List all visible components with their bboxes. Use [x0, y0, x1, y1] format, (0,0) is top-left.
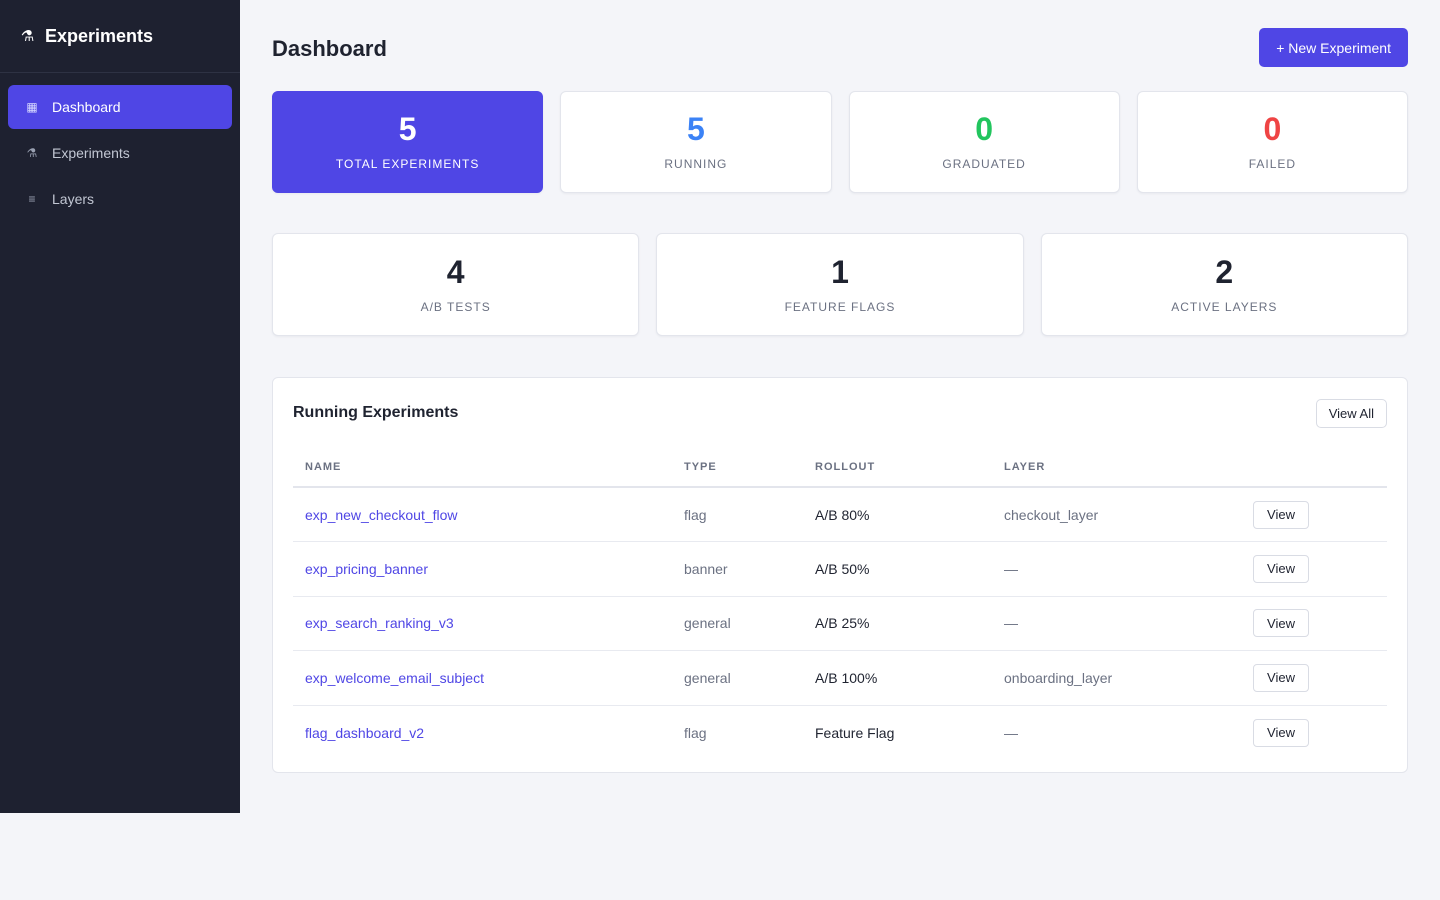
new-experiment-button[interactable]: + New Experiment: [1259, 28, 1408, 67]
grid-icon: ▦: [26, 100, 38, 114]
experiment-name-cell: exp_welcome_email_subject: [293, 650, 672, 706]
stat-feature-flags: 1 FEATURE FLAGS: [656, 233, 1024, 336]
panel-title: Running Experiments: [293, 404, 459, 421]
view-all-button[interactable]: View All: [1315, 398, 1387, 428]
secondary-stats: 4 A/B TESTS 1 FEATURE FLAGS 2 ACTIVE LAY…: [272, 233, 1408, 336]
view-button[interactable]: View: [1253, 554, 1309, 583]
experiment-link[interactable]: exp_search_ranking_v3: [305, 615, 454, 631]
sidebar-item-experiments[interactable]: ⚗ Experiments: [8, 131, 232, 175]
panel-header: Running Experiments View All: [293, 378, 1387, 448]
experiment-rollout: A/B 25%: [803, 596, 992, 651]
stat-label: GRADUATED: [942, 157, 1026, 171]
table-header-row: NAME TYPE ROLLOUT LAYER: [293, 448, 1387, 488]
primary-stats: 5 TOTAL EXPERIMENTS 5 RUNNING 0 GRADUATE…: [272, 91, 1408, 193]
experiment-layer: —: [992, 596, 1241, 651]
brand: ⚗ Experiments: [0, 0, 240, 73]
stat-value: 5: [686, 111, 705, 147]
sidebar-nav: ▦ Dashboard ⚗ Experiments ≡ Layers: [0, 73, 240, 221]
stat-value: 4: [446, 253, 465, 290]
sidebar: ⚗ Experiments ▦ Dashboard ⚗ Experiments …: [0, 0, 240, 813]
stat-active-layers: 2 ACTIVE LAYERS: [1040, 233, 1408, 336]
stat-label: A/B TESTS: [420, 299, 491, 314]
experiment-layer: —: [992, 541, 1241, 597]
sidebar-item-label: Dashboard: [52, 99, 121, 115]
experiment-link[interactable]: exp_new_checkout_flow: [305, 507, 458, 523]
experiment-name-cell: flag_dashboard_v2: [293, 705, 672, 760]
stat-value: 1: [831, 253, 849, 290]
experiment-link[interactable]: exp_pricing_banner: [305, 561, 428, 577]
page-title: Dashboard: [272, 36, 387, 61]
brand-title: Experiments: [45, 25, 154, 46]
table-row: exp_pricing_banner banner A/B 50% — View: [293, 541, 1387, 597]
flask-icon: ⚗: [20, 28, 35, 45]
experiment-layer: onboarding_layer: [992, 650, 1241, 706]
experiment-name-cell: exp_pricing_banner: [293, 541, 672, 597]
stat-label: RUNNING: [664, 157, 728, 171]
running-experiments-table: NAME TYPE ROLLOUT LAYER exp_new_checkout…: [293, 448, 1387, 760]
experiment-layer: checkout_layer: [992, 487, 1241, 542]
experiment-type: flag: [672, 487, 803, 542]
stat-graduated: 0 GRADUATED: [848, 91, 1120, 193]
stat-label: FEATURE FLAGS: [784, 299, 896, 314]
stat-value: 2: [1215, 253, 1234, 290]
sidebar-item-dashboard[interactable]: ▦ Dashboard: [8, 85, 232, 129]
stat-label: FAILED: [1248, 157, 1297, 171]
table-row: flag_dashboard_v2 flag Feature Flag — Vi…: [293, 705, 1387, 760]
experiment-rollout: A/B 80%: [803, 487, 992, 542]
stat-value: 0: [1263, 111, 1282, 147]
actions-cell: View: [1241, 541, 1387, 597]
actions-cell: View: [1241, 487, 1387, 542]
column-header-name: NAME: [293, 448, 672, 488]
experiment-type: general: [672, 650, 803, 706]
actions-cell: View: [1241, 705, 1387, 760]
stat-label: TOTAL EXPERIMENTS: [335, 157, 480, 171]
table-row: exp_welcome_email_subject general A/B 10…: [293, 650, 1387, 706]
column-header-rollout: ROLLOUT: [803, 448, 992, 488]
main-content: Dashboard + New Experiment 5 TOTAL EXPER…: [272, 0, 1408, 773]
layers-icon: ≡: [28, 192, 36, 206]
experiment-rollout: A/B 50%: [803, 541, 992, 597]
view-button[interactable]: View: [1253, 500, 1309, 529]
stat-value: 5: [398, 111, 417, 147]
view-button[interactable]: View: [1253, 663, 1309, 692]
table-row: exp_search_ranking_v3 general A/B 25% — …: [293, 596, 1387, 651]
column-header-type: TYPE: [672, 448, 803, 488]
column-header-actions: [1241, 448, 1387, 488]
stat-ab-tests: 4 A/B TESTS: [272, 233, 640, 336]
experiment-rollout: Feature Flag: [815, 724, 895, 741]
flask-icon: ⚗: [26, 146, 38, 160]
view-button[interactable]: View: [1253, 718, 1309, 747]
stat-failed: 0 FAILED: [1136, 91, 1408, 193]
column-header-layer: LAYER: [992, 448, 1241, 488]
stat-running: 5 RUNNING: [560, 91, 832, 193]
running-experiments-panel: Running Experiments View All NAME TYPE R…: [272, 377, 1408, 773]
sidebar-item-label: Experiments: [52, 145, 130, 161]
sidebar-item-label: Layers: [52, 191, 95, 207]
actions-cell: View: [1241, 596, 1387, 651]
page-header: Dashboard + New Experiment: [272, 0, 1408, 91]
sidebar-item-layers[interactable]: ≡ Layers: [8, 177, 232, 221]
stat-value: 0: [975, 111, 994, 147]
experiment-link[interactable]: exp_welcome_email_subject: [305, 670, 484, 686]
table-row: exp_new_checkout_flow flag A/B 80% check…: [293, 487, 1387, 542]
view-button[interactable]: View: [1253, 609, 1309, 638]
experiment-layer: —: [1004, 724, 1018, 741]
experiment-type: banner: [672, 541, 803, 597]
experiment-link[interactable]: flag_dashboard_v2: [305, 725, 424, 741]
experiment-rollout: A/B 100%: [803, 650, 992, 706]
experiment-name-cell: exp_new_checkout_flow: [293, 487, 672, 542]
actions-cell: View: [1241, 650, 1387, 706]
experiment-name-cell: exp_search_ranking_v3: [293, 596, 672, 651]
experiment-type: general: [672, 596, 803, 651]
stat-total-experiments: 5 TOTAL EXPERIMENTS: [272, 91, 544, 193]
experiment-type: flag: [684, 724, 707, 741]
stat-label: ACTIVE LAYERS: [1171, 299, 1278, 314]
